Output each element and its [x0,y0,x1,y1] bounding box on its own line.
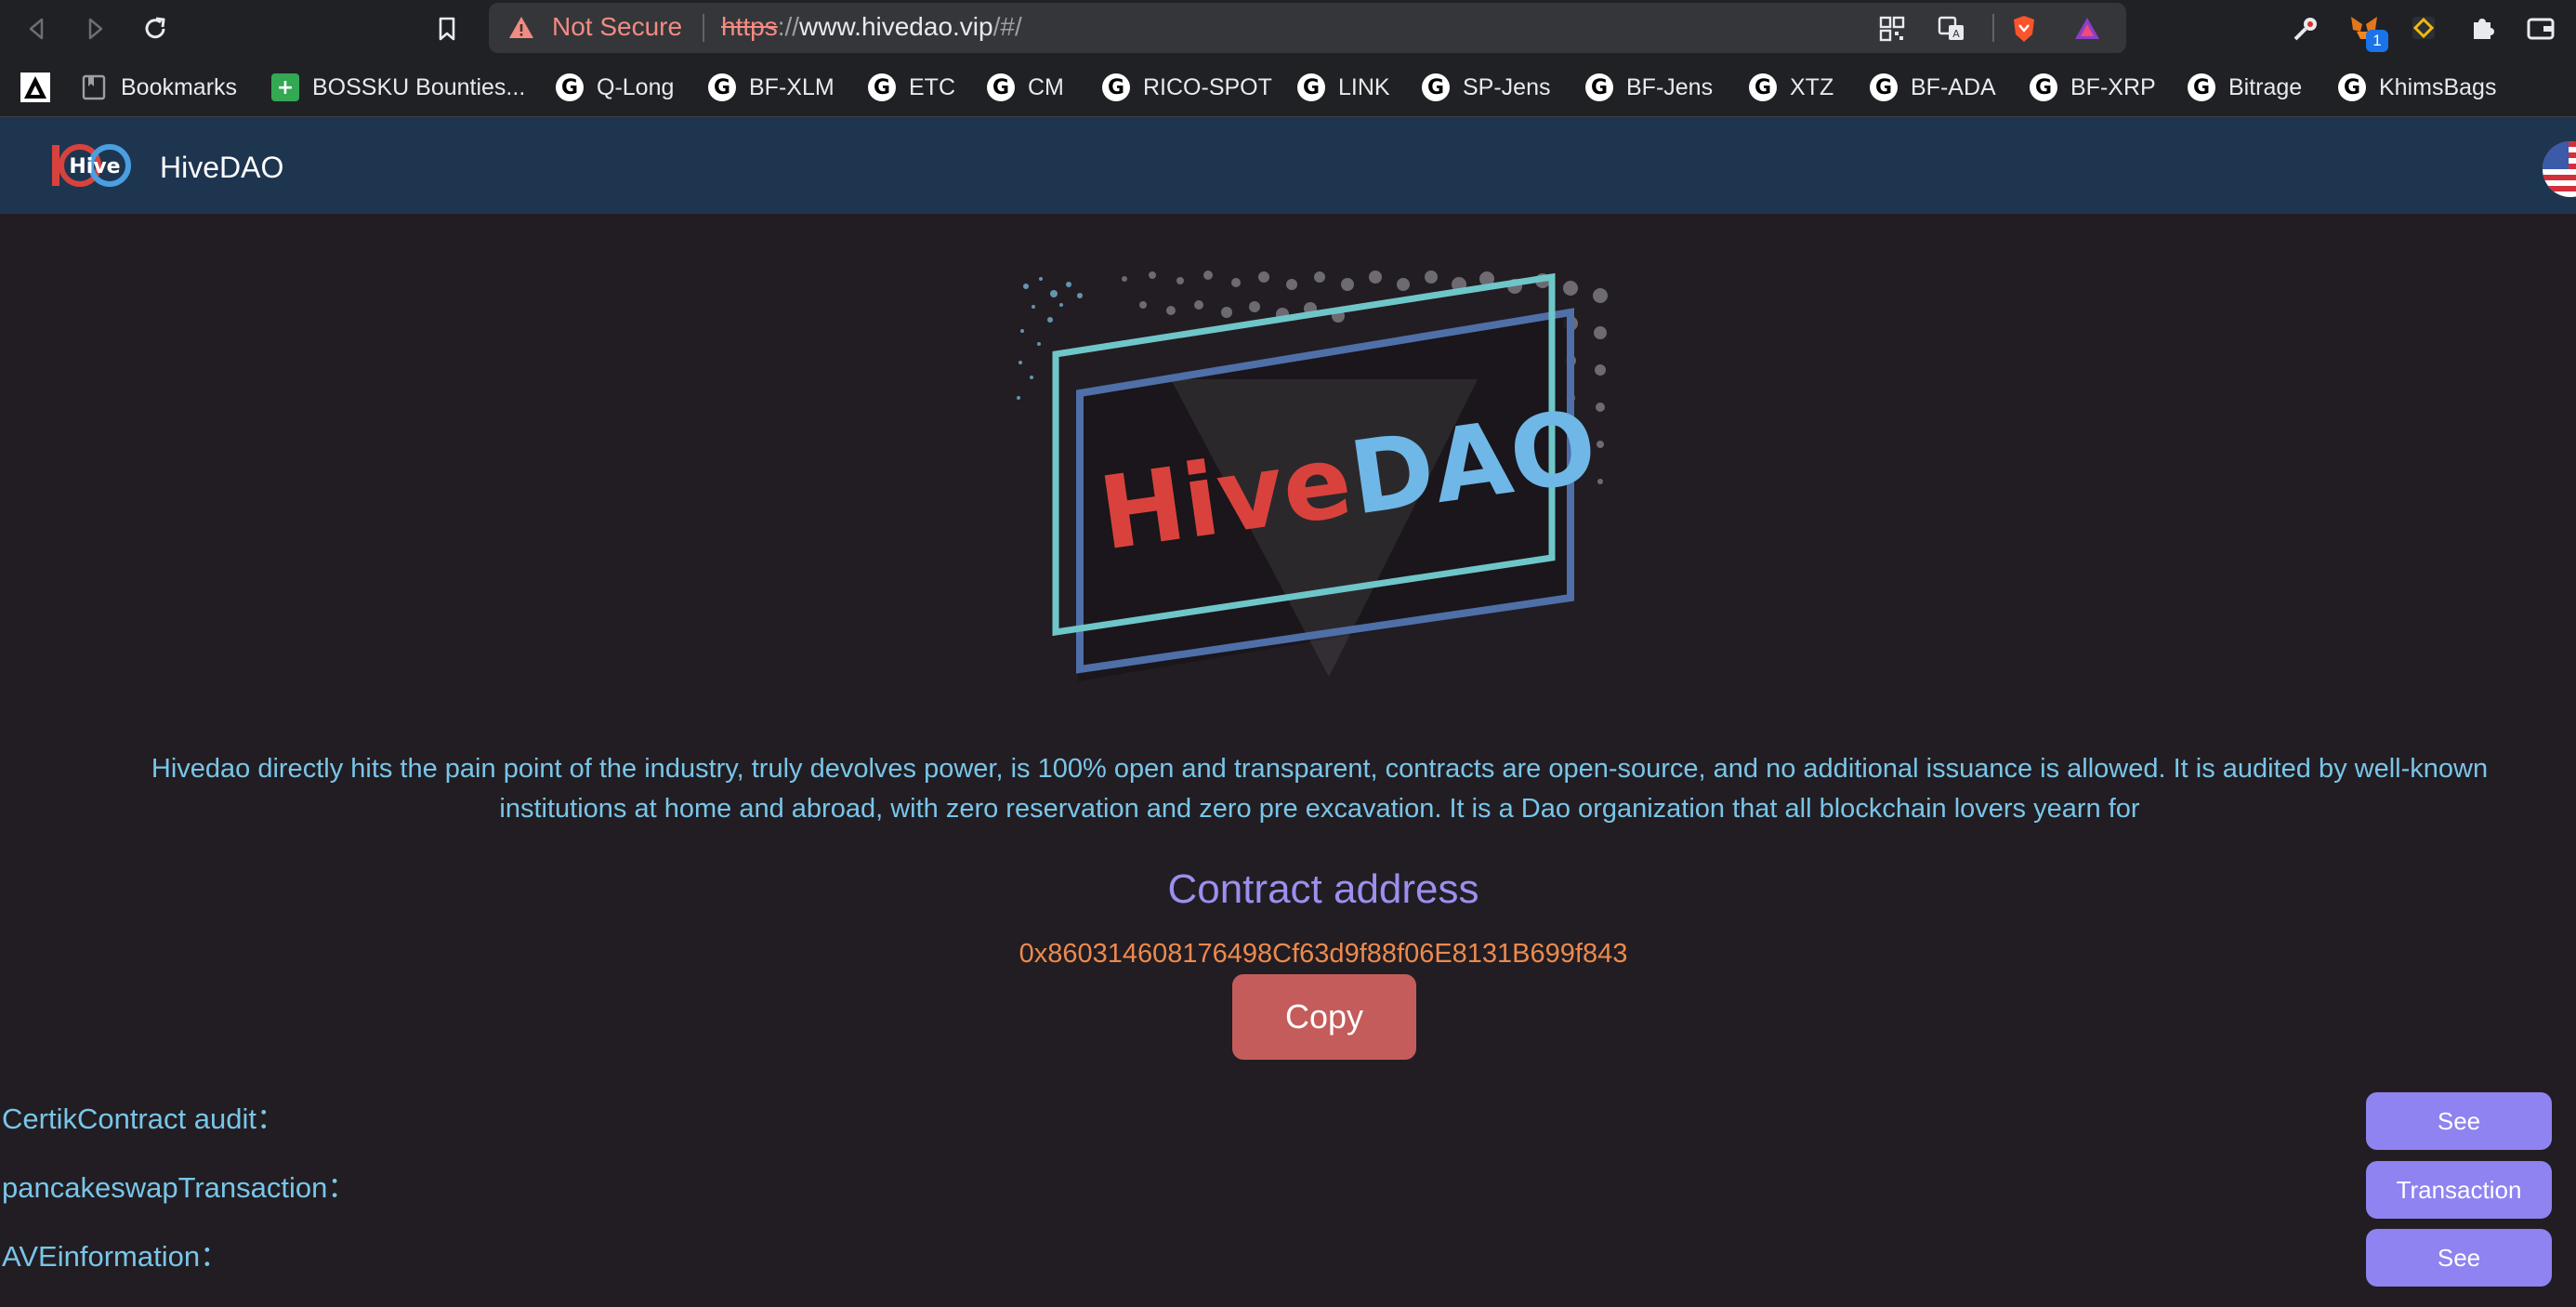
extensions-puzzle-icon[interactable] [2466,11,2500,45]
bookmark-label: BF-ADA [1911,73,1996,100]
bookmark-label: CM [1028,73,1064,100]
ave-information-label: AVEinformation： [2,1240,230,1273]
bookmark-item[interactable]: G LINK [1297,71,1390,104]
app-launcher-icon [20,73,50,102]
bookmark-item[interactable]: G Bitrage [2188,71,2302,104]
svg-text:A: A [1952,28,1960,40]
forward-button[interactable] [74,7,117,50]
site-favicon-icon: G [1749,73,1777,101]
hero-banner: Hive DAO [1017,271,1608,681]
bookmark-label: ETC [909,73,955,100]
site-favicon-icon: G [2338,73,2366,101]
site-favicon-icon: G [2030,73,2057,101]
certik-audit-label: CertikContract audit： [2,1102,285,1135]
bookmark-label: KhimsBags [2379,73,2497,100]
bookmark-item[interactable]: + BOSSKU Bounties... [271,71,525,104]
url-text[interactable]: https://www.hivedao.vip/#/ [721,12,1022,42]
contract-address-heading: Contract address [1167,866,1479,912]
bookmark-item[interactable]: G BF-XLM [708,71,835,104]
bookmarks-folder-icon [82,74,106,100]
bookmark-item[interactable]: G SP-Jens [1422,71,1550,104]
bookmark-item[interactable]: G KhimsBags [2338,71,2496,104]
bookmark-icon [439,17,455,41]
us-flag-icon[interactable] [2543,141,2576,197]
bookmark-label: BF-XLM [749,73,835,100]
site-favicon-icon: G [708,73,736,101]
halftone-dots [1017,277,1083,400]
qr-code-icon[interactable] [1877,14,1907,44]
site-favicon-icon: G [1102,73,1130,101]
site-favicon-icon: G [1422,73,1450,101]
bookmark-item[interactable]: G CM [987,71,1064,104]
bookmark-label: BF-XRP [2070,73,2156,100]
bookmark-label: Bookmarks [121,73,238,100]
ave-see-button[interactable]: See [2366,1229,2552,1287]
bookmark-label: LINK [1338,73,1390,100]
bookmark-item[interactable]: G XTZ [1749,71,1833,104]
wallet-icon[interactable] [2524,11,2557,45]
bookmark-item[interactable]: G BF-Jens [1585,71,1713,104]
bookmark-label: SP-Jens [1463,73,1551,100]
back-button[interactable] [15,7,58,50]
brave-shield-icon[interactable] [2009,14,2039,44]
copy-address-button[interactable]: Copy [1232,974,1416,1060]
url-path: /#/ [992,12,1022,41]
site-favicon-icon: G [987,73,1015,101]
pancakeswap-transaction-button[interactable]: Transaction [2366,1161,2552,1219]
omnibox-divider [703,14,704,42]
site-favicon-icon: G [2188,73,2215,101]
bookmark-label: XTZ [1790,73,1834,100]
translate-icon[interactable]: A [1937,14,1966,44]
svg-text:Hive: Hive [69,155,120,178]
pancakeswap-label: pancakeswapTransaction： [2,1171,357,1204]
bookmark-item[interactable]: G ETC [868,71,955,104]
site-favicon-icon: G [556,73,584,101]
bookmark-folder[interactable]: Bookmarks [80,71,237,104]
forward-icon [88,18,103,40]
site-header: Hive HiveDAO [0,117,2576,214]
url-separator: :// [777,12,800,41]
key-extension-icon[interactable] [2290,11,2323,45]
extension-badge: 1 [2366,30,2388,52]
bookmark-item[interactable]: G Q-Long [556,71,674,104]
project-description: Hivedao directly hits the pain point of … [151,754,2489,824]
bookmark-label: BF-Jens [1626,73,1714,100]
contract-address-value: 0x860314608176498Cf63d9f88f06E8131B699f8… [1019,939,1628,969]
bookmarks-bar: Bookmarks + BOSSKU Bounties... G Q-Long G… [0,58,2576,117]
bookmark-label: RICO-SPOT [1143,73,1272,100]
site-favicon-icon: G [868,73,896,101]
omnibox-divider-2 [1992,14,1994,42]
warning-icon [509,17,533,38]
bookmark-label: Q-Long [597,73,675,100]
brave-rewards-icon[interactable] [2072,14,2102,44]
reload-button[interactable] [134,7,177,50]
bookmark-item[interactable]: G BF-ADA [1870,71,1996,104]
bookmark-apps[interactable] [20,71,50,104]
url-host: www.hivedao.vip [799,12,993,41]
url-scheme: https [721,12,778,41]
brand-name[interactable]: HiveDAO [160,151,283,185]
reload-icon [145,17,165,39]
hivedao-logo-icon[interactable]: Hive [48,136,141,195]
bookmark-page-button[interactable] [426,7,468,50]
binance-wallet-icon[interactable] [2407,11,2440,45]
bookmark-label: Bitrage [2228,73,2303,100]
certik-see-button[interactable]: See [2366,1092,2552,1150]
bookmark-label: BOSSKU Bounties... [312,73,526,100]
security-status[interactable]: Not Secure [552,12,682,42]
site-favicon-icon: G [1585,73,1613,101]
sheets-icon: + [271,73,299,101]
site-favicon-icon: G [1297,73,1325,101]
address-bar[interactable]: Not Secure https://www.hivedao.vip/#/ A [489,3,2126,53]
bookmark-item[interactable]: G RICO-SPOT [1102,71,1272,104]
back-icon [29,18,44,40]
site-favicon-icon: G [1870,73,1898,101]
browser-toolbar: Not Secure https://www.hivedao.vip/#/ A … [0,0,2576,58]
bookmark-item[interactable]: G BF-XRP [2030,71,2156,104]
